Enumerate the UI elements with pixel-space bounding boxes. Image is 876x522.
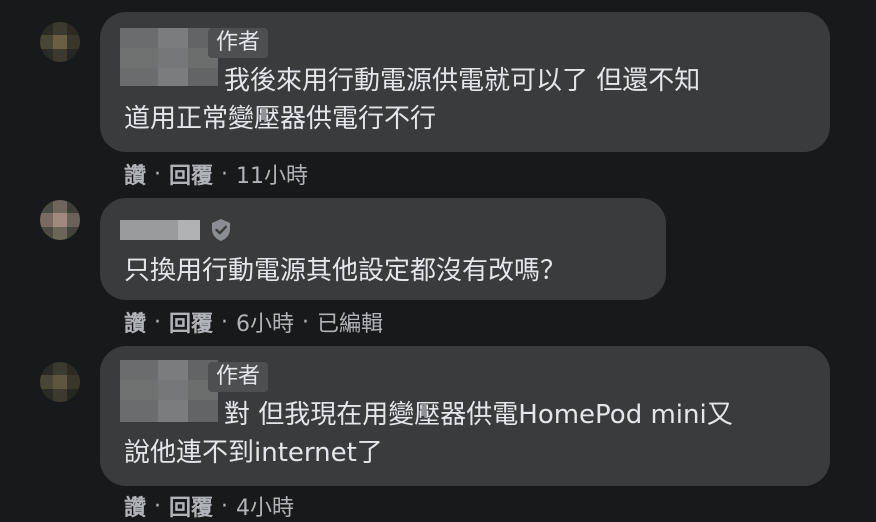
author-name-pixelated[interactable] [120, 28, 218, 86]
timestamp[interactable]: 11小時 [236, 158, 308, 190]
timestamp[interactable]: 6小時 [236, 306, 294, 338]
reply-button[interactable]: 回覆 [169, 158, 213, 190]
comment-text-line: 只換用行動電源其他設定都沒有改嗎？ [124, 256, 567, 286]
comment-text-line: 我後來用行動電源供電就可以了 但還不知 [224, 66, 701, 96]
avatar[interactable] [40, 362, 80, 402]
separator: · [154, 493, 162, 519]
separator: · [221, 493, 229, 519]
separator: · [221, 309, 229, 335]
shield-check-icon [210, 218, 232, 246]
separator: · [302, 309, 310, 335]
avatar[interactable] [40, 200, 80, 240]
comment-1: 作者 我後來用行動電源供電就可以了 但還不知 道用正常變壓器供電行不行 讚 · … [0, 0, 876, 190]
separator: · [154, 161, 162, 187]
author-badge: 作者 [208, 362, 269, 392]
author-badge: 作者 [208, 28, 269, 58]
comment-bubble: 作者 對 但我現在用變壓器供電HomePod mini又 說他連不到intern… [100, 346, 830, 486]
comment-text-line: 說他連不到internet了 [124, 438, 383, 468]
comment-2: 只換用行動電源其他設定都沒有改嗎？ 讚 · 回覆 · 6小時 · 已編輯 [0, 190, 876, 340]
comment-actions: 讚 · 回覆 · 11小時 [124, 158, 308, 190]
timestamp[interactable]: 4小時 [236, 490, 294, 522]
reply-button[interactable]: 回覆 [169, 490, 213, 522]
comment-text-line: 對 但我現在用變壓器供電HomePod mini又 [224, 400, 733, 430]
like-button[interactable]: 讚 [124, 306, 146, 338]
like-button[interactable]: 讚 [124, 158, 146, 190]
author-name-pixelated[interactable] [120, 360, 218, 422]
author-name-pixelated[interactable] [120, 220, 200, 240]
comment-bubble: 只換用行動電源其他設定都沒有改嗎？ [100, 198, 666, 300]
edited-label[interactable]: 已編輯 [317, 306, 383, 338]
avatar[interactable] [40, 22, 80, 62]
separator: · [154, 309, 162, 335]
like-button[interactable]: 讚 [124, 490, 146, 522]
comment-bubble: 作者 我後來用行動電源供電就可以了 但還不知 道用正常變壓器供電行不行 [100, 12, 830, 152]
comment-actions: 讚 · 回覆 · 4小時 [124, 490, 294, 522]
comment-text-line: 道用正常變壓器供電行不行 [124, 104, 437, 134]
comment-3: 作者 對 但我現在用變壓器供電HomePod mini又 說他連不到intern… [0, 340, 876, 521]
comment-actions: 讚 · 回覆 · 6小時 · 已編輯 [124, 306, 383, 338]
separator: · [221, 161, 229, 187]
reply-button[interactable]: 回覆 [169, 306, 213, 338]
